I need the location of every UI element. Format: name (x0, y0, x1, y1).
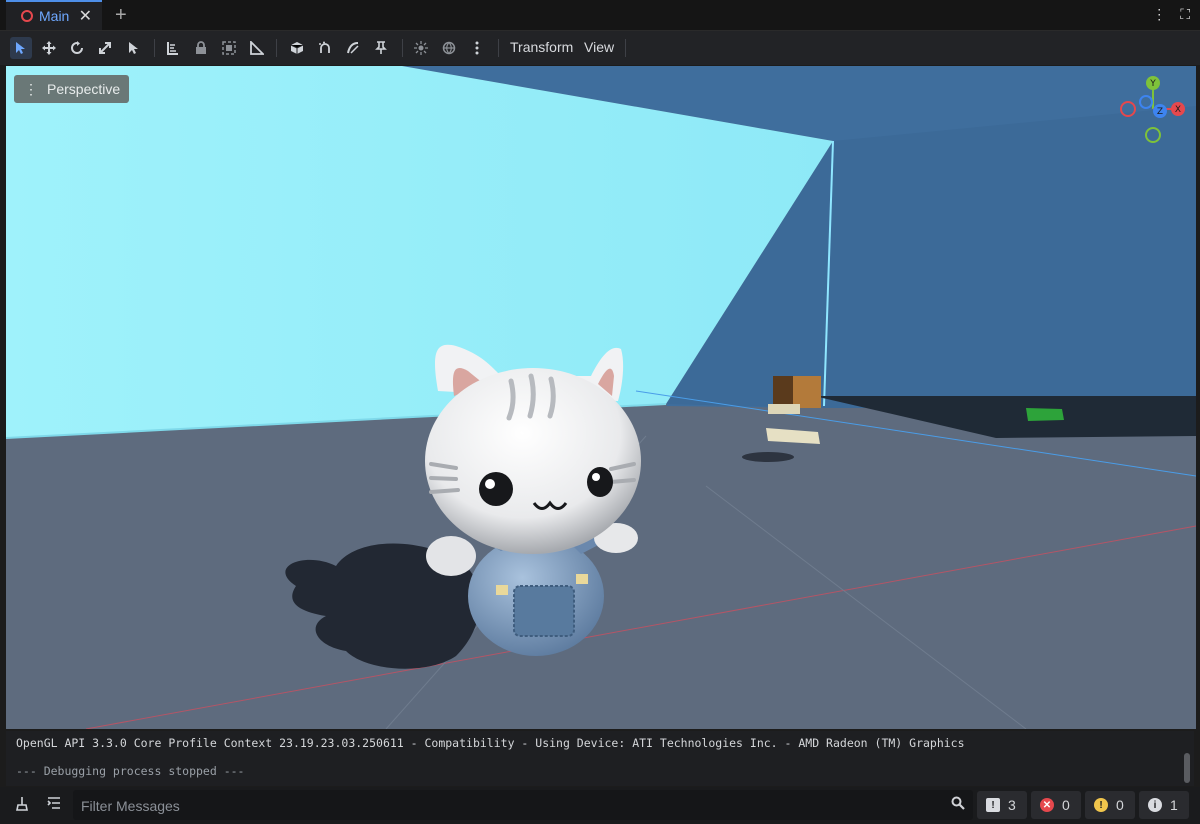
error-count: 3 (1008, 797, 1016, 813)
fullscreen-icon[interactable]: ⛶ (1180, 6, 1190, 23)
error-x-count: 0 (1062, 797, 1070, 813)
transform-menu[interactable]: Transform (510, 39, 573, 55)
ruler-icon[interactable] (162, 37, 184, 59)
error-icon: ! (986, 798, 1000, 812)
smart-snap-icon[interactable] (314, 37, 336, 59)
bezier-icon[interactable] (342, 37, 364, 59)
toolbar-separator (402, 39, 403, 57)
perspective-label: Perspective (47, 81, 121, 97)
local-space-icon[interactable] (286, 37, 308, 59)
pin-icon[interactable] (370, 37, 392, 59)
error-count-toggle[interactable]: ! 3 (977, 791, 1027, 819)
tab-menu-icon[interactable]: ⋮ (1152, 6, 1166, 23)
viewport-scene (6, 66, 1196, 729)
rotate-mode-icon[interactable] (66, 37, 88, 59)
sun-icon[interactable] (410, 37, 432, 59)
toolbar-separator (154, 39, 155, 57)
perspective-menu-button[interactable]: ⋮ Perspective (14, 75, 130, 103)
character-eye-left (479, 472, 513, 506)
close-tab-icon[interactable]: ✕ (79, 6, 92, 26)
error-x-icon: ✕ (1040, 798, 1054, 812)
environment-icon[interactable] (438, 37, 460, 59)
warning-count-toggle[interactable]: ! 0 (1085, 791, 1135, 819)
select-mode-icon[interactable] (10, 37, 32, 59)
group-icon[interactable] (218, 37, 240, 59)
toolbar-separator (276, 39, 277, 57)
unsaved-dot-icon (21, 10, 33, 22)
gizmo-y-label: Y (1149, 79, 1156, 89)
block-shadow (742, 452, 794, 462)
info-count: 1 (1170, 797, 1178, 813)
character-arm-left (426, 536, 476, 576)
add-tab-button[interactable]: + (115, 4, 127, 27)
block-object (768, 404, 800, 414)
overall-pocket (513, 585, 575, 637)
gizmo-z-label: Z (1157, 107, 1163, 117)
lock-icon[interactable] (190, 37, 212, 59)
green-object (1026, 408, 1064, 421)
console-toolbar: ! 3 ✕ 0 ! 0 i 1 (0, 787, 1200, 824)
toolbar-separator (625, 39, 626, 57)
crate-side (773, 376, 793, 408)
warning-count: 0 (1116, 797, 1124, 813)
overall-button (496, 585, 508, 595)
gizmo-neg-y-handle[interactable] (1145, 127, 1161, 143)
filter-messages-field[interactable] (73, 790, 973, 822)
gizmo-x-label: X (1175, 105, 1181, 115)
gizmo-neg-x-handle[interactable] (1120, 101, 1136, 117)
kebab-icon: ⋮ (24, 80, 38, 97)
tab-label: Main (39, 8, 70, 24)
overall-button (576, 574, 588, 584)
orientation-gizmo[interactable]: Y X Z (1118, 74, 1188, 144)
scene-toolbar: Transform View (0, 31, 1200, 65)
3d-viewport[interactable]: Y X Z ⋮ Perspective (6, 66, 1196, 729)
toolbar-separator (498, 39, 499, 57)
collapse-output-icon[interactable] (44, 796, 64, 814)
search-icon (951, 796, 965, 813)
list-select-icon[interactable] (122, 37, 144, 59)
warning-icon: ! (1094, 798, 1108, 812)
move-mode-icon[interactable] (38, 37, 60, 59)
console-scrollbar[interactable] (1184, 753, 1190, 783)
view-menu[interactable]: View (584, 39, 614, 55)
filter-messages-input[interactable] (79, 790, 943, 822)
info-icon: i (1148, 798, 1162, 812)
console-line: OpenGL API 3.3.0 Core Profile Context 23… (16, 736, 965, 750)
snap-icon[interactable] (246, 37, 268, 59)
more-icon[interactable] (466, 37, 488, 59)
eye-highlight (592, 473, 600, 481)
gizmo-neg-z-handle[interactable] (1139, 95, 1153, 109)
eye-highlight (485, 479, 495, 489)
info-count-toggle[interactable]: i 1 (1139, 791, 1189, 819)
clear-output-icon[interactable] (12, 796, 32, 814)
scale-mode-icon[interactable] (94, 37, 116, 59)
console-line: --- Debugging process stopped --- (16, 764, 245, 778)
tab-bar: Main ✕ + ⋮ ⛶ (0, 0, 1200, 31)
output-console: OpenGL API 3.3.0 Core Profile Context 23… (6, 731, 1194, 786)
character-eye-right (587, 467, 613, 497)
tab-main[interactable]: Main ✕ (6, 0, 102, 30)
error-x-count-toggle[interactable]: ✕ 0 (1031, 791, 1081, 819)
